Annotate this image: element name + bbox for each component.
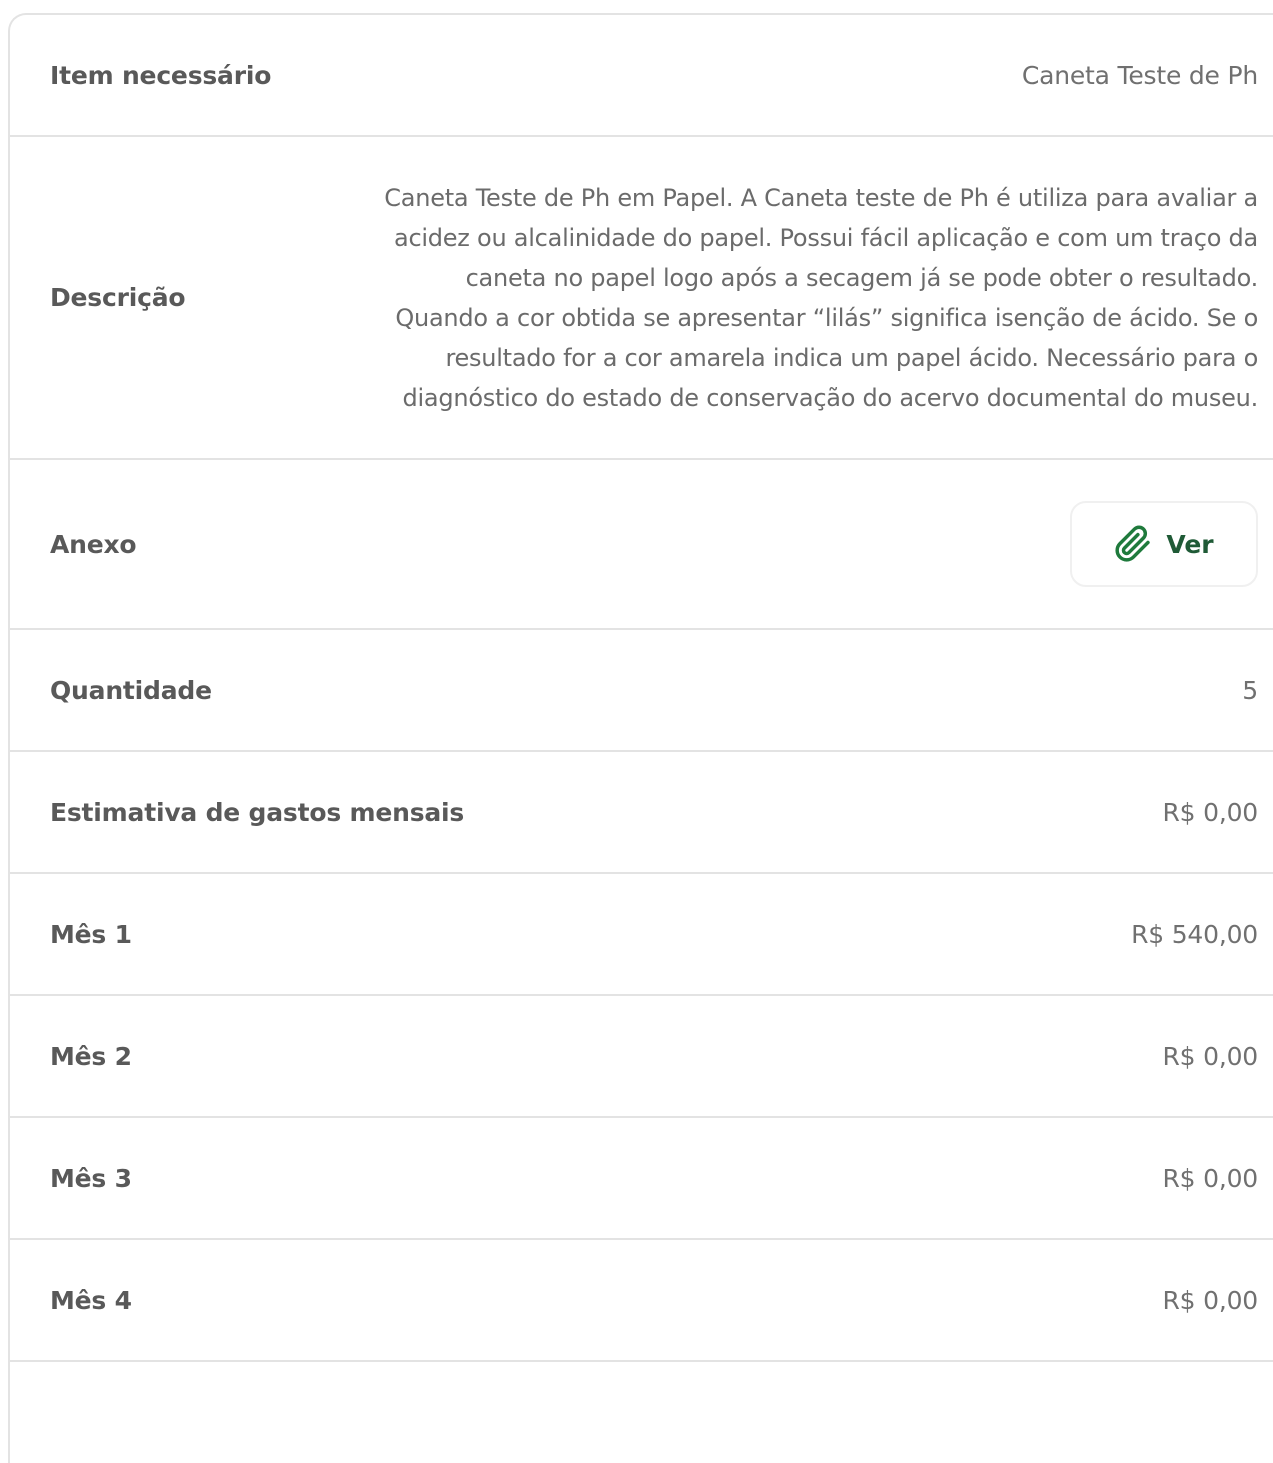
- ver-attachment-button[interactable]: Ver: [1070, 501, 1258, 587]
- row-quantidade: Quantidade 5: [10, 630, 1273, 752]
- item-value: Caneta Teste de Ph: [1021, 60, 1258, 90]
- estimativa-label: Estimativa de gastos mensais: [50, 797, 465, 827]
- mes-3-value: R$ 0,00: [1162, 1163, 1259, 1193]
- row-descricao: Descrição Caneta Teste de Ph em Papel. A…: [10, 137, 1273, 460]
- row-mes-1: Mês 1 R$ 540,00: [10, 874, 1273, 996]
- paperclip-icon: [1114, 525, 1152, 563]
- estimativa-value: R$ 0,00: [1162, 797, 1259, 827]
- descricao-line: diagnóstico do estado de conservação do …: [402, 383, 1259, 412]
- mes-2-value: R$ 0,00: [1162, 1041, 1259, 1071]
- descricao-line: Caneta Teste de Ph em Papel. A Caneta te…: [384, 183, 1258, 212]
- row-mes-4: Mês 4 R$ 0,00: [10, 1240, 1273, 1362]
- ver-button-label: Ver: [1166, 529, 1214, 559]
- quantidade-value: 5: [1242, 675, 1258, 705]
- mes-3-label: Mês 3: [50, 1163, 132, 1193]
- descricao-line: resultado for a cor amarela indica um pa…: [445, 343, 1258, 372]
- mes-4-value: R$ 0,00: [1162, 1285, 1259, 1315]
- row-item-necessario: Item necessário Caneta Teste de Ph: [10, 15, 1273, 137]
- item-label: Item necessário: [50, 60, 272, 90]
- row-estimativa: Estimativa de gastos mensais R$ 0,00: [10, 752, 1273, 874]
- mes-4-label: Mês 4: [50, 1285, 132, 1315]
- descricao-line: Quando a cor obtida se apresentar “lilás…: [395, 303, 1258, 332]
- quantidade-label: Quantidade: [50, 675, 212, 705]
- row-anexo: Anexo Ver: [10, 460, 1273, 630]
- descricao-line: caneta no papel logo após a secagem já s…: [465, 263, 1259, 292]
- row-mes-2: Mês 2 R$ 0,00: [10, 996, 1273, 1118]
- mes-1-value: R$ 540,00: [1131, 919, 1258, 949]
- mes-1-label: Mês 1: [50, 919, 132, 949]
- descricao-line: acidez ou alcalinidade do papel. Possui …: [393, 223, 1258, 252]
- anexo-label: Anexo: [50, 529, 137, 559]
- row-mes-3: Mês 3 R$ 0,00: [10, 1118, 1273, 1240]
- descricao-value: Caneta Teste de Ph em Papel. A Caneta te…: [230, 178, 1258, 418]
- mes-2-label: Mês 2: [50, 1041, 132, 1071]
- descricao-label: Descrição: [50, 283, 186, 312]
- item-details-card: Item necessário Caneta Teste de Ph Descr…: [8, 13, 1273, 1463]
